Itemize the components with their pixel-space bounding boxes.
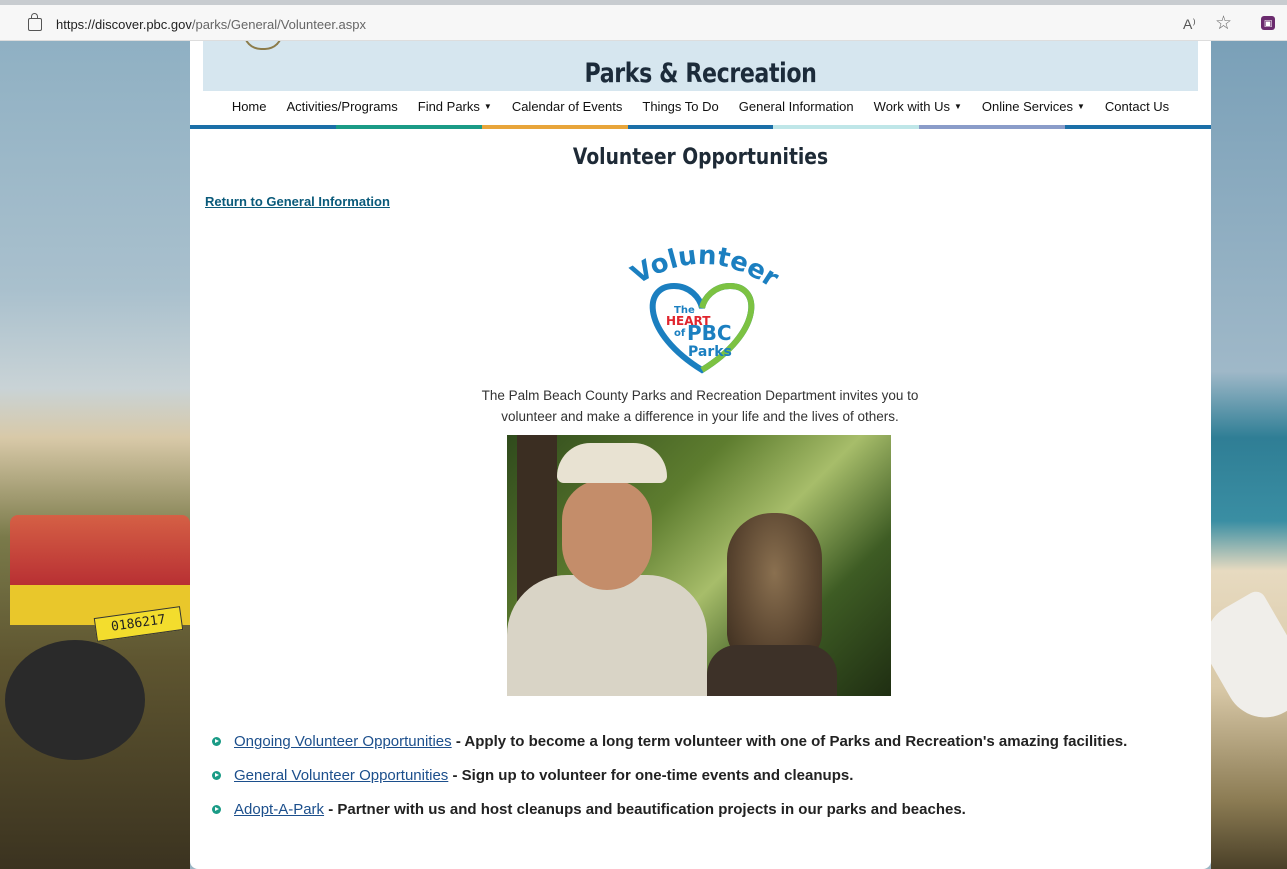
nav-item-label: Activities/Programs — [286, 99, 398, 114]
main-nav: Home Activities/Programs Find Parks ▼ Calend… — [190, 99, 1211, 118]
photo-volunteer-shirt — [507, 575, 707, 696]
lock-icon[interactable] — [28, 13, 42, 31]
nav-color-segment — [190, 125, 336, 129]
url-path: /parks/General/Volunteer.aspx — [191, 17, 367, 32]
intro-line-1: The Palm Beach County Parks and Recreati… — [481, 388, 919, 403]
caret-down-icon: ▼ — [483, 102, 492, 111]
nav-item-label: Find Parks — [417, 99, 480, 114]
photo-volunteer-face — [562, 480, 652, 590]
bullet-arrow-icon — [212, 771, 221, 780]
site-title: Parks & Recreation — [584, 58, 817, 89]
caret-down-icon: ▼ — [953, 102, 962, 111]
nav-color-segment — [919, 125, 1066, 129]
browser-address-bar: https://discover.pbc.gov/parks/General/V… — [0, 0, 1287, 41]
nav-item-find-parks[interactable]: Find Parks ▼ — [408, 99, 502, 118]
nav-item-things-to-do[interactable]: Things To Do — [632, 99, 728, 118]
nav-color-segment — [335, 125, 482, 129]
url-domain: https://discover.pbc.gov — [56, 17, 192, 32]
nav-item-label: Home — [231, 99, 267, 114]
opportunity-description: - Sign up to volunteer for one-time even… — [448, 767, 854, 784]
nav-item-label: Contact Us — [1104, 99, 1170, 114]
svg-text:Volunteers: Volunteers — [622, 238, 782, 294]
nav-item-contact-us[interactable]: Contact Us — [1095, 99, 1179, 118]
nav-item-label: Things To Do — [642, 99, 719, 114]
opportunity-list-item: Adopt-A-Park - Partner with us and host … — [212, 793, 1127, 827]
opportunity-link[interactable]: Adopt-A-Park — [234, 801, 324, 818]
nav-item-activities-programs[interactable]: Activities/Programs — [277, 99, 408, 118]
photo-volunteer-hat — [557, 443, 667, 483]
nav-item-label: Calendar of Events — [511, 99, 623, 114]
photo-falconry-glove — [707, 645, 837, 696]
nav-item-home[interactable]: Home — [222, 99, 277, 118]
opportunity-link[interactable]: Ongoing Volunteer Opportunities — [234, 733, 452, 750]
nav-item-general-information[interactable]: General Information — [729, 99, 864, 118]
caret-down-icon: ▼ — [1076, 102, 1085, 111]
star-icon[interactable]: ☆ — [1215, 12, 1232, 35]
background-beach-right — [1211, 40, 1287, 869]
volunteer-with-owl-photo — [507, 435, 891, 696]
browser-tabstrip — [0, 0, 1287, 5]
intro-text: The Palm Beach County Parks and Recreati… — [450, 385, 950, 427]
background-tire — [5, 640, 145, 760]
nav-color-segment — [1065, 125, 1212, 129]
bullet-arrow-icon — [212, 805, 221, 814]
nav-color-segment — [627, 125, 774, 129]
volunteers-heart-logo: Volunteers The HEART of PBC Parks — [622, 238, 782, 374]
page-container: Parks & Recreation Home Activities/Progra… — [190, 30, 1212, 869]
extension-icon[interactable]: ▣ — [1261, 16, 1275, 30]
logo-word: Volunteers — [622, 238, 782, 294]
opportunity-list-item: Ongoing Volunteer Opportunities - Apply … — [212, 725, 1127, 759]
nav-item-online-services[interactable]: Online Services ▼ — [972, 99, 1095, 118]
page-title: Volunteer Opportunities — [572, 145, 829, 170]
opportunities-list: Ongoing Volunteer Opportunities - Apply … — [212, 725, 1127, 827]
opportunity-list-item: General Volunteer Opportunities - Sign u… — [212, 759, 1127, 793]
nav-item-label: Work with Us — [873, 99, 950, 114]
bullet-arrow-icon — [212, 737, 221, 746]
logo-parks: Parks — [688, 344, 732, 360]
opportunity-description: - Partner with us and host cleanups and … — [324, 801, 966, 818]
url-field[interactable]: https://discover.pbc.gov/parks/General/V… — [56, 17, 366, 32]
nav-item-work-with-us[interactable]: Work with Us ▼ — [864, 99, 972, 118]
nav-item-calendar-of-events[interactable]: Calendar of Events — [502, 99, 633, 118]
photo-owl — [727, 513, 822, 663]
opportunity-description: - Apply to become a long term volunteer … — [451, 733, 1128, 750]
logo-of: of — [674, 328, 686, 339]
nav-color-segment — [773, 125, 920, 129]
nav-item-label: Online Services — [981, 99, 1073, 114]
intro-line-2: volunteer and make a difference in your … — [501, 409, 899, 424]
nav-color-bar — [190, 125, 1212, 129]
nav-item-label: General Information — [738, 99, 854, 114]
return-to-general-info-link[interactable]: Return to General Information — [205, 194, 390, 209]
nav-color-segment — [481, 125, 628, 129]
logo-pbc: PBC — [687, 321, 732, 345]
read-aloud-icon[interactable]: A⁾ — [1183, 16, 1196, 33]
opportunity-link[interactable]: General Volunteer Opportunities — [234, 767, 448, 784]
